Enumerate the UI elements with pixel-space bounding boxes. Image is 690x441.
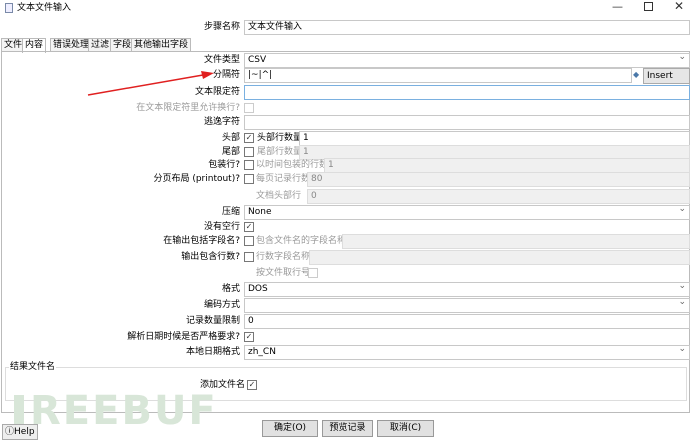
help-icon: ⓘ — [5, 427, 15, 437]
cancel-button[interactable]: 取消(C) — [377, 420, 434, 437]
ok-button[interactable]: 确定(O) — [262, 420, 318, 437]
help-button[interactable]: ⓘHelp — [2, 424, 38, 440]
help-label: Help — [14, 427, 35, 437]
watermark-logo: REEBUF — [14, 390, 218, 432]
watermark-text: REEBUF — [30, 388, 218, 434]
red-arrow-annotation — [87, 71, 214, 96]
preview-button[interactable]: 预览记录 — [322, 420, 373, 437]
